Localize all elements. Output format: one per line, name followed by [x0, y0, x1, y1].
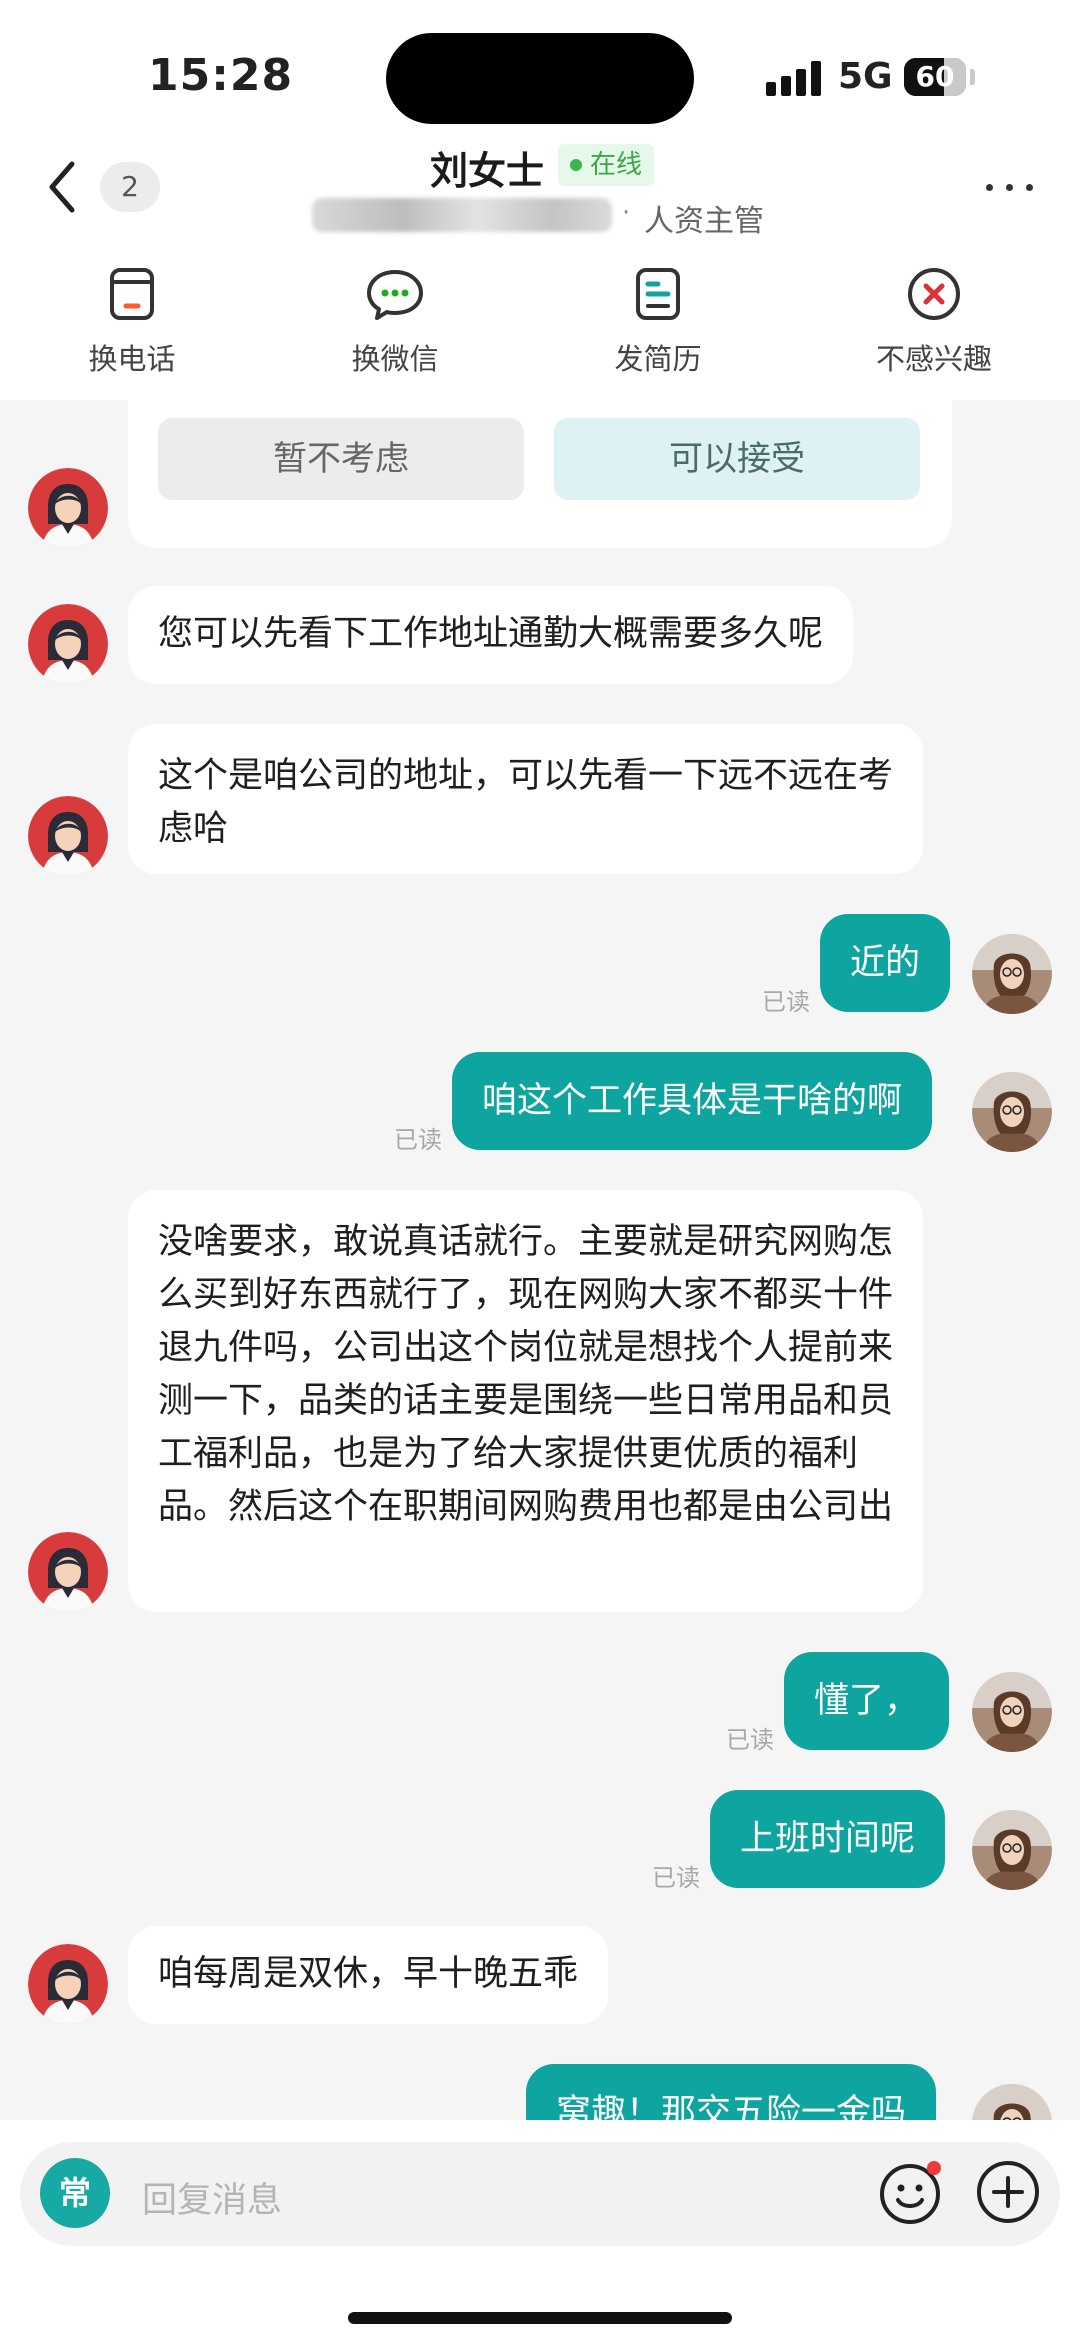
battery-cap — [970, 69, 975, 85]
user-avatar[interactable] — [972, 934, 1052, 1014]
user-avatar[interactable] — [972, 1672, 1052, 1752]
not-interested-icon — [908, 268, 960, 320]
reply-input-box[interactable]: 常 回复消息 — [20, 2142, 1060, 2246]
add-attachment-icon[interactable] — [972, 2156, 1044, 2228]
read-receipt: 已读 — [394, 1126, 442, 1154]
more-options-icon[interactable] — [980, 160, 1040, 212]
online-status-label: 在线 — [590, 150, 643, 180]
action-send-resume[interactable]: 发简历 — [578, 262, 738, 378]
accept-button[interactable]: 可以接受 — [554, 418, 920, 500]
separator-dot: · — [622, 198, 631, 228]
contact-name[interactable]: 刘女士 — [430, 140, 544, 195]
battery-level: 60 — [915, 60, 955, 93]
contact-role: 人资主管 — [644, 204, 764, 239]
action-label: 换微信 — [351, 342, 439, 376]
recruiter-avatar[interactable] — [28, 1532, 108, 1612]
user-avatar[interactable] — [972, 1072, 1052, 1152]
action-label: 发简历 — [614, 342, 702, 376]
online-status-badge: 在线 — [558, 144, 655, 186]
incoming-message[interactable]: 没啥要求，敢说真话就行。主要就是研究网购怎么买到好东西就行了，现在网购大家不都买… — [128, 1190, 923, 1612]
recruiter-avatar[interactable] — [28, 604, 108, 684]
dynamic-island — [386, 33, 694, 124]
outgoing-message[interactable]: 咱这个工作具体是干啥的啊 — [452, 1052, 933, 1150]
user-avatar[interactable] — [972, 1810, 1052, 1890]
back-arrow-icon[interactable] — [38, 152, 88, 222]
incoming-message[interactable]: 您可以先看下工作地址通勤大概需要多久呢 — [128, 586, 854, 684]
action-change-phone[interactable]: 换电话 — [52, 262, 212, 378]
phone-card-icon — [110, 268, 154, 320]
recruiter-avatar[interactable] — [28, 1944, 108, 2024]
signal-icon — [766, 60, 822, 96]
outgoing-message[interactable]: 上班时间呢 — [710, 1790, 946, 1888]
message-input-bar: 常 回复消息 — [0, 2120, 1080, 2347]
unread-count-badge[interactable]: 2 — [100, 162, 160, 212]
action-label: 不感兴趣 — [875, 342, 992, 376]
action-change-wechat[interactable]: 换微信 — [315, 262, 475, 378]
reply-input-placeholder[interactable]: 回复消息 — [142, 2172, 282, 2223]
incoming-message[interactable]: 这个是咱公司的地址，可以先看一下远不远在考虑哈 — [128, 724, 923, 874]
outgoing-message[interactable]: 窝趣！那交五险一金吗 — [526, 2064, 937, 2120]
recruiter-avatar[interactable] — [28, 468, 108, 548]
recruiter-avatar[interactable] — [28, 796, 108, 876]
chat-message-list[interactable]: 暂不考虑 可以接受 您可以先看下工作地址通勤大概需要多久呢 这个是咱公司的地址，… — [0, 400, 1080, 2120]
wechat-icon — [367, 270, 423, 320]
incoming-message[interactable]: 咱每周是双休，早十晚五乖 — [128, 1926, 609, 2024]
read-receipt: 已读 — [726, 1726, 774, 1754]
home-indicator[interactable] — [348, 2312, 732, 2324]
status-time: 15:28 — [148, 50, 294, 101]
outgoing-message[interactable]: 懂了， — [784, 1652, 950, 1750]
user-avatar[interactable] — [972, 2084, 1052, 2120]
job-inquiry-card: 暂不考虑 可以接受 — [128, 400, 952, 548]
status-bar: 15:28 5G 60 — [0, 0, 1080, 150]
online-dot-icon — [570, 159, 582, 171]
read-receipt: 已读 — [762, 988, 810, 1016]
outgoing-message[interactable]: 近的 — [820, 914, 951, 1012]
resume-icon — [636, 268, 680, 320]
read-receipt: 已读 — [652, 1864, 700, 1892]
company-name-redacted — [312, 198, 612, 232]
network-type: 5G — [838, 56, 893, 97]
emoji-icon[interactable] — [874, 2156, 946, 2228]
quick-phrases-button[interactable]: 常 — [40, 2158, 110, 2228]
action-label: 换电话 — [88, 342, 176, 376]
decline-button[interactable]: 暂不考虑 — [158, 418, 524, 500]
action-not-interested[interactable]: 不感兴趣 — [854, 262, 1014, 378]
notification-dot — [927, 2161, 941, 2175]
battery-icon: 60 — [904, 58, 966, 96]
